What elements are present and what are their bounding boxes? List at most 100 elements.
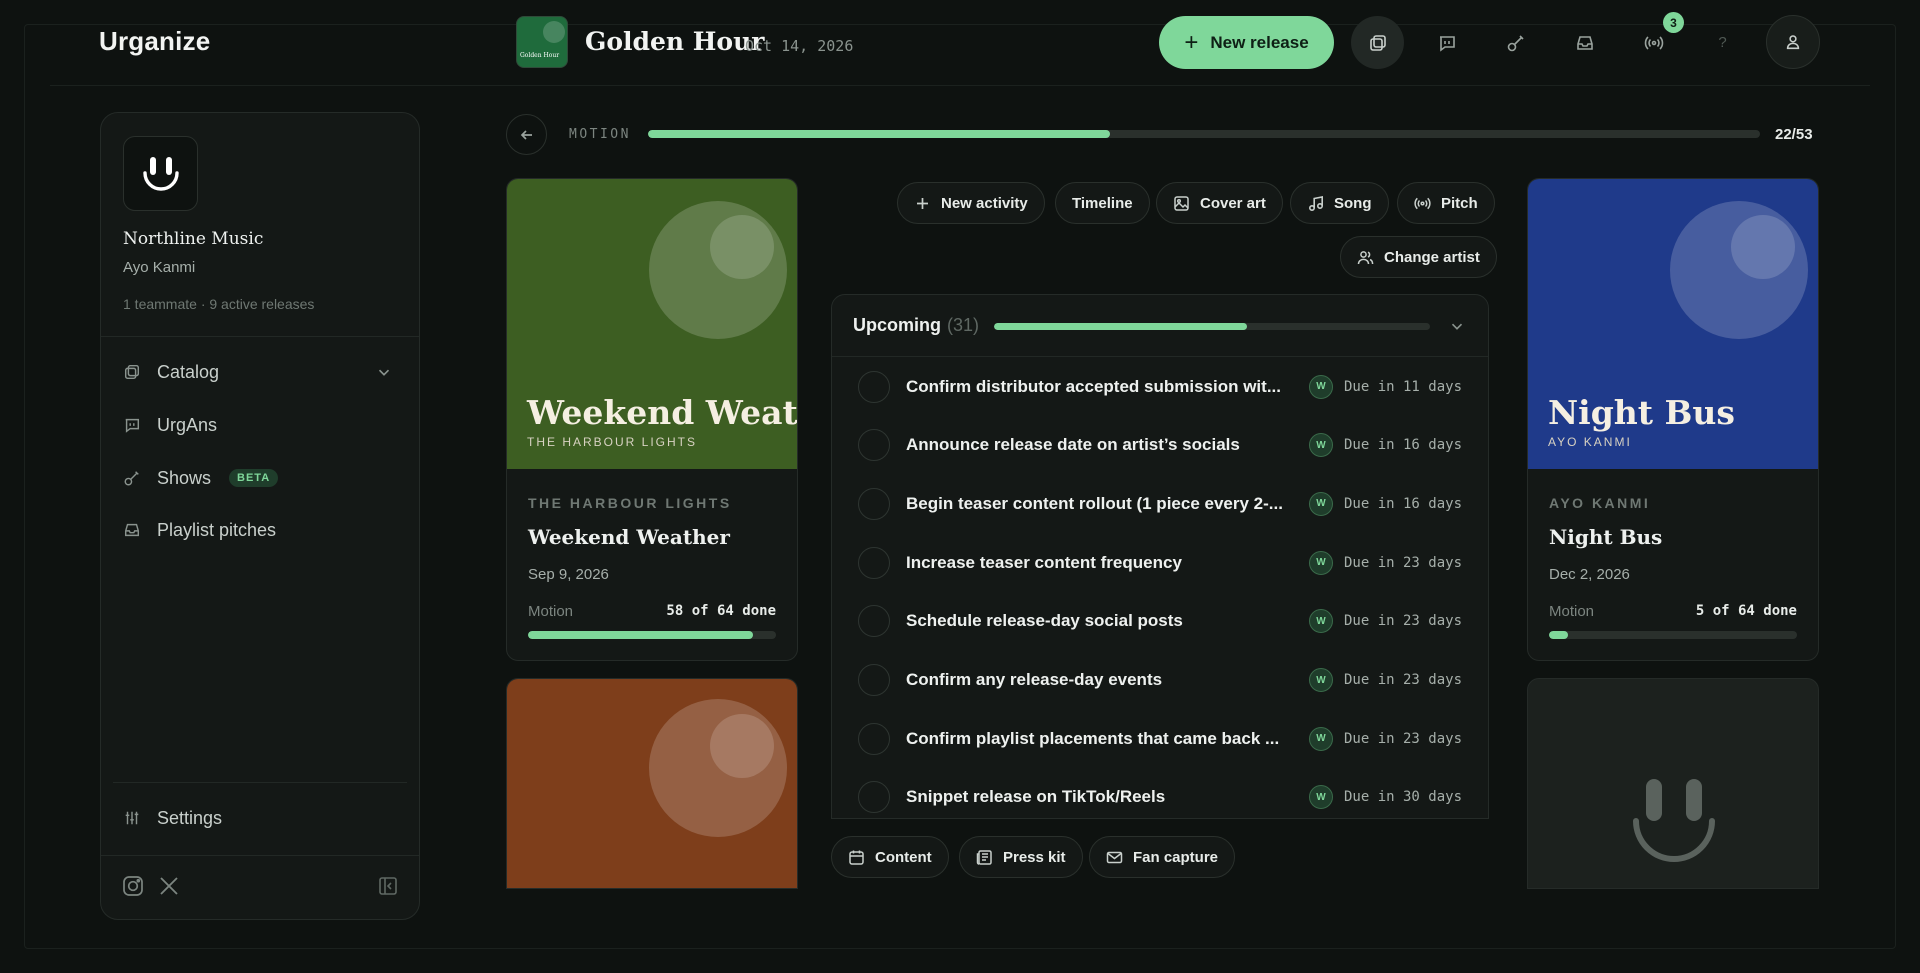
chip-label: Timeline [1072,194,1133,212]
task-checkbox[interactable] [858,664,890,696]
chip-label: Fan capture [1133,848,1219,866]
org-name: Northline Music [123,229,264,249]
cover-circle [1731,215,1795,279]
content-button[interactable]: Content [831,836,949,878]
new-release-button[interactable]: + New release [1159,16,1334,69]
task-checkbox[interactable] [858,370,890,403]
task-due: Due in 16 days [1344,437,1463,454]
task-due: Due in 16 days [1344,495,1463,512]
assignee-badge[interactable]: W [1309,433,1333,458]
cover-subtitle: THE HARBOUR LIGHTS [527,435,698,449]
sidebar-item-catalog[interactable]: Catalog [123,352,399,392]
task-row[interactable]: Confirm playlist placements that came ba… [832,709,1488,768]
task-row[interactable]: Confirm any release-day events W Due in 23… [832,651,1488,710]
app-logo[interactable]: Urganize [99,26,210,57]
cover-circle [710,215,774,279]
cover-title: Weekend Weather [527,393,797,432]
instagram-icon[interactable] [122,875,144,902]
assignee-badge[interactable]: W [1309,785,1333,810]
release-card-partial[interactable] [506,678,798,889]
sidebar-item-label: Playlist pitches [157,519,277,540]
collapse-sidebar-icon[interactable] [377,875,399,902]
task-row[interactable]: Schedule release-day social posts W Due in… [832,592,1488,651]
card-progress-fill [1549,631,1569,639]
task-title: Schedule release-day social posts [906,611,1183,631]
sidebar-item-settings[interactable]: Settings [123,798,399,838]
settings-label: Settings [157,807,223,828]
new-release-label: New release [1210,32,1309,52]
song-button[interactable]: Song [1290,182,1389,224]
cover-art-button[interactable]: Cover art [1156,182,1283,224]
assignee-badge[interactable]: W [1309,374,1333,399]
assignee-badge[interactable]: W [1309,491,1333,516]
new-activity-button[interactable]: New activity [897,182,1045,224]
card-done-count: 5 of 64 done [1695,603,1797,619]
sidebar-item-urgans[interactable]: UrgAns [123,405,399,445]
chat-icon [125,418,140,433]
catalog-nav-button[interactable] [1351,16,1404,69]
task-checkbox[interactable] [858,429,890,462]
catalog-icon [124,364,140,380]
pitches-nav-button[interactable] [1558,16,1611,69]
sidebar-item-shows[interactable]: Shows BETA [123,458,399,498]
release-thumbnail[interactable]: Golden Hour [516,16,568,68]
cover-title: Night Bus [1548,393,1735,432]
broadcast-icon [1414,197,1431,209]
motion-label: MOTION [569,127,631,142]
card-progress-bar [1549,631,1797,639]
release-title[interactable]: Golden Hour [585,27,764,56]
release-date: Oct 14, 2026 [745,37,854,55]
assignee-badge[interactable]: W [1309,726,1333,751]
shows-nav-button[interactable] [1489,16,1542,69]
pitch-button[interactable]: Pitch [1397,182,1495,224]
task-row[interactable]: Announce release date on artist’s social… [832,416,1488,475]
sliders-icon [125,811,139,825]
help-button[interactable]: ? [1696,16,1749,69]
task-checkbox[interactable] [858,487,890,520]
cover-art: Night Bus AYO KANMI [1528,179,1818,469]
chevron-down-icon[interactable] [375,363,393,381]
back-button[interactable] [506,114,547,155]
assignee-badge[interactable]: W [1309,550,1333,575]
sidebar-item-playlist-pitches[interactable]: Playlist pitches [123,510,399,550]
card-artist: THE HARBOUR LIGHTS [528,495,732,511]
release-card-weekend-weather[interactable]: Weekend Weather THE HARBOUR LIGHTS THE H… [506,178,798,661]
task-title: Confirm any release-day events [906,670,1163,689]
fan-capture-button[interactable]: Fan capture [1089,836,1236,878]
chevron-down-icon[interactable] [1448,317,1466,335]
task-due: Due in 23 days [1344,554,1463,571]
change-artist-button[interactable]: Change artist [1340,236,1497,278]
cover-art: Weekend Weather THE HARBOUR LIGHTS [507,179,797,469]
card-title: Weekend Weather [528,525,730,549]
task-row[interactable]: Begin teaser content rollout (1 piece ev… [832,474,1488,533]
chat-nav-button[interactable] [1420,16,1473,69]
release-card-placeholder[interactable] [1527,678,1819,889]
task-title: Begin teaser content rollout (1 piece ev… [906,493,1283,513]
broadcast-icon [1644,35,1663,50]
task-due: Due in 30 days [1344,789,1463,806]
task-title: Announce release date on artist’s social… [906,435,1240,455]
task-checkbox[interactable] [858,546,890,579]
task-row[interactable]: Snippet release on TikTok/Reels W Due in 3… [832,768,1488,818]
user-avatar-button[interactable] [1766,15,1820,69]
chip-label: Change artist [1384,248,1480,266]
upcoming-panel: Upcoming (31) Confirm distributor accept… [831,294,1489,819]
users-icon [1357,250,1374,264]
upcoming-progress-bar [994,323,1430,330]
task-checkbox[interactable] [858,722,890,755]
timeline-button[interactable]: Timeline [1055,182,1150,224]
task-row[interactable]: Increase teaser content frequency W Due in… [832,533,1488,592]
org-avatar[interactable] [123,136,198,211]
release-card-night-bus[interactable]: Night Bus AYO KANMI AYO KANMI Night Bus … [1527,178,1819,661]
upcoming-header[interactable]: Upcoming (31) [832,295,1488,357]
sidebar-divider [101,336,419,337]
task-checkbox[interactable] [858,781,890,814]
headphones-logo-icon [142,156,179,191]
task-checkbox[interactable] [858,605,890,638]
press-kit-button[interactable]: Press kit [959,836,1083,878]
assignee-badge[interactable]: W [1309,609,1333,634]
upcoming-label: Upcoming [853,315,941,335]
assignee-badge[interactable]: W [1309,668,1333,692]
task-row[interactable]: Confirm distributor accepted submission … [832,357,1488,416]
x-twitter-icon[interactable] [158,875,180,902]
